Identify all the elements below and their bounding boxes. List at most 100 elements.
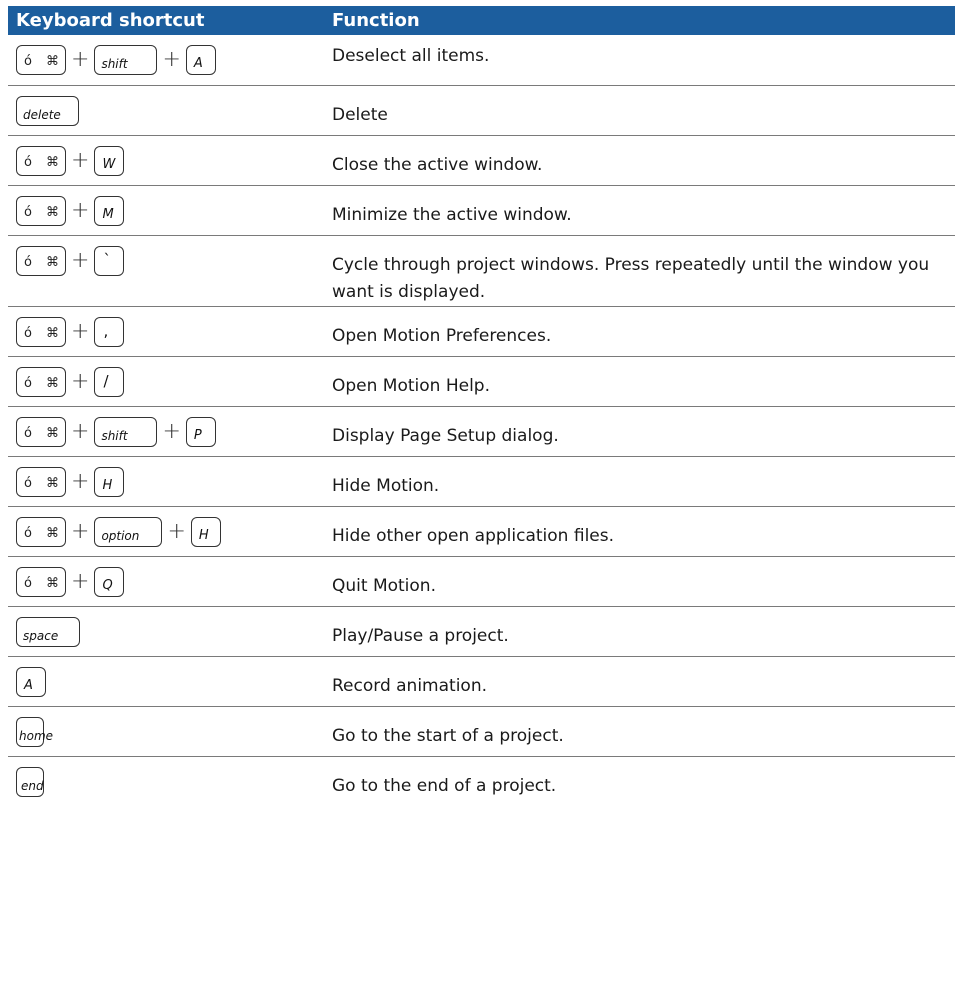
apple-icon: ó xyxy=(24,425,32,441)
column-header-function: Function xyxy=(332,10,420,31)
function-cell: Hide other open application files. xyxy=(332,525,615,546)
table-row: end Go to the end of a project. xyxy=(8,756,955,806)
table-row: ó ⌘ + / Open Motion Help. xyxy=(8,356,955,406)
a-key: A xyxy=(16,666,46,697)
shift-key: shift xyxy=(94,416,158,447)
plus-sign: + xyxy=(71,247,90,273)
function-cell: Go to the start of a project. xyxy=(332,725,564,746)
command-icon: ⌘ xyxy=(46,325,59,341)
command-icon: ⌘ xyxy=(46,425,59,441)
command-key: ó ⌘ xyxy=(16,316,66,347)
table-row: ó ⌘ + option + H Hide other open applicat… xyxy=(8,506,955,556)
command-key: ó ⌘ xyxy=(16,366,66,397)
shortcut-cell: ó ⌘ + option + H xyxy=(8,506,322,556)
table-row: ó ⌘ + ` Cycle through project windows. Pr… xyxy=(8,235,955,306)
command-icon: ⌘ xyxy=(46,154,59,170)
table-row: ó ⌘ + M Minimize the active window. xyxy=(8,185,955,235)
shortcut-cell: ó ⌘ + Q xyxy=(8,556,322,606)
plus-sign: + xyxy=(71,518,90,544)
plus-sign: + xyxy=(71,368,90,394)
q-key: Q xyxy=(94,566,125,597)
apple-icon: ó xyxy=(24,375,32,391)
delete-key: delete xyxy=(16,95,79,126)
function-cell: Go to the end of a project. xyxy=(332,775,557,796)
shortcut-cell: A xyxy=(8,656,322,706)
function-cell: Cycle through project windows. Press rep… xyxy=(332,254,930,302)
command-icon: ⌘ xyxy=(46,575,59,591)
plus-sign: + xyxy=(162,418,181,444)
function-cell: Close the active window. xyxy=(332,154,543,175)
command-icon: ⌘ xyxy=(46,54,59,69)
function-cell: Play/Pause a project. xyxy=(332,625,509,646)
shortcut-page: Keyboard shortcut Function ó ⌘ + shift + … xyxy=(0,0,955,984)
column-header-shortcut: Keyboard shortcut xyxy=(16,10,205,31)
plus-sign: + xyxy=(167,518,186,544)
plus-sign: + xyxy=(71,318,90,344)
function-cell: Minimize the active window. xyxy=(332,204,572,225)
plus-sign: + xyxy=(71,568,90,594)
function-cell: Record animation. xyxy=(332,675,488,696)
apple-icon: ó xyxy=(24,525,32,541)
home-key: home xyxy=(16,716,53,747)
table-row: delete Delete xyxy=(8,85,955,135)
table-header-row: Keyboard shortcut Function xyxy=(8,6,955,35)
shift-key: shift xyxy=(94,45,158,75)
apple-icon: ó xyxy=(24,204,32,220)
table-row: ó ⌘ + shift + P Display Page Setup dialog… xyxy=(8,406,955,456)
function-cell: Open Motion Preferences. xyxy=(332,325,552,346)
apple-icon: ó xyxy=(24,54,32,69)
shortcut-cell: space xyxy=(8,606,322,656)
function-cell: Delete xyxy=(332,104,388,125)
shortcut-cell: ó ⌘ + H xyxy=(8,456,322,506)
shortcut-cell: ó ⌘ + , xyxy=(8,306,322,356)
table-row: space Play/Pause a project. xyxy=(8,606,955,656)
command-key: ó ⌘ xyxy=(16,45,66,75)
shortcut-cell: ó ⌘ + shift + A xyxy=(8,35,322,85)
table-row: ó ⌘ + , Open Motion Preferences. xyxy=(8,306,955,356)
space-key: space xyxy=(16,616,80,647)
function-cell: Deselect all items. xyxy=(332,46,490,66)
plus-sign: + xyxy=(162,47,181,72)
h-key: H xyxy=(190,516,221,547)
plus-sign: + xyxy=(71,197,90,223)
plus-sign: + xyxy=(71,468,90,494)
p-key: P xyxy=(185,416,216,447)
function-cell: Hide Motion. xyxy=(332,475,440,496)
table-row: home Go to the start of a project. xyxy=(8,706,955,756)
shortcut-cell: ó ⌘ + / xyxy=(8,356,322,406)
apple-icon: ó xyxy=(24,154,32,170)
command-key: ó ⌘ xyxy=(16,145,66,176)
command-icon: ⌘ xyxy=(46,375,59,391)
apple-icon: ó xyxy=(24,254,32,270)
grave-key: ` xyxy=(94,245,125,276)
shortcut-cell: ó ⌘ + W xyxy=(8,135,322,185)
command-key: ó ⌘ xyxy=(16,195,66,226)
shortcut-cell: ó ⌘ + ` xyxy=(8,235,322,306)
command-icon: ⌘ xyxy=(46,204,59,220)
table-row: ó ⌘ + W Close the active window. xyxy=(8,135,955,185)
shortcut-cell: ó ⌘ + shift + P xyxy=(8,406,322,456)
command-key: ó ⌘ xyxy=(16,245,66,276)
shortcut-cell: home xyxy=(8,706,322,756)
shortcut-cell: delete xyxy=(8,85,322,135)
function-cell: Open Motion Help. xyxy=(332,375,491,396)
w-key: W xyxy=(94,145,125,176)
function-cell: Quit Motion. xyxy=(332,575,436,596)
command-icon: ⌘ xyxy=(46,254,59,270)
end-key: end xyxy=(16,766,44,797)
shortcut-table: Keyboard shortcut Function ó ⌘ + shift + … xyxy=(8,6,955,806)
h-key: H xyxy=(94,466,125,497)
option-key: option xyxy=(94,516,163,547)
command-key: ó ⌘ xyxy=(16,566,66,597)
comma-key: , xyxy=(94,316,125,347)
apple-icon: ó xyxy=(24,475,32,491)
table-row: ó ⌘ + Q Quit Motion. xyxy=(8,556,955,606)
command-icon: ⌘ xyxy=(46,525,59,541)
shortcut-cell: ó ⌘ + M xyxy=(8,185,322,235)
m-key: M xyxy=(94,195,125,226)
function-cell: Display Page Setup dialog. xyxy=(332,425,559,446)
table-row: ó ⌘ + shift + A Deselect all items. xyxy=(8,35,955,85)
apple-icon: ó xyxy=(24,575,32,591)
command-key: ó ⌘ xyxy=(16,466,66,497)
slash-key: / xyxy=(94,366,125,397)
